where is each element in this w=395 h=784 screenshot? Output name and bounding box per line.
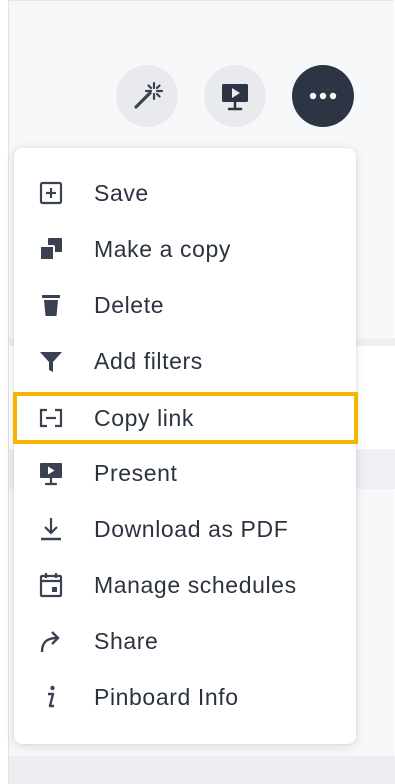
filter-icon — [38, 348, 64, 374]
menu-item-present[interactable]: Present — [14, 450, 356, 496]
menu-item-label: Present — [94, 459, 178, 486]
menu-item-make-a-copy[interactable]: Make a copy — [14, 226, 356, 272]
menu-item-label: Download as PDF — [94, 515, 289, 542]
present-button[interactable] — [204, 65, 266, 127]
menu-item-save[interactable]: Save — [14, 170, 356, 216]
menu-item-label: Copy link — [94, 404, 194, 431]
menu-item-pinboard-info[interactable]: Pinboard Info — [14, 674, 356, 720]
menu-item-label: Share — [94, 627, 159, 654]
menu-item-add-filters[interactable]: Add filters — [14, 338, 356, 384]
menu-item-label: Pinboard Info — [94, 683, 239, 710]
menu-item-label: Delete — [94, 291, 165, 318]
more-options-button[interactable] — [292, 65, 354, 127]
info-icon — [38, 684, 64, 710]
presentation-icon — [222, 84, 248, 111]
menu-item-share[interactable]: Share — [14, 618, 356, 664]
share-arrow-icon — [38, 628, 64, 654]
menu-item-label: Manage schedules — [94, 571, 297, 598]
copy-icon — [38, 236, 64, 262]
magic-wand-icon — [134, 81, 164, 109]
save-plus-box-icon — [38, 180, 64, 206]
link-icon — [38, 405, 64, 431]
menu-item-label: Save — [94, 179, 149, 206]
content-footer-band — [9, 756, 395, 784]
presentation-icon — [38, 460, 64, 486]
menu-item-copy-link[interactable]: Copy link — [13, 392, 358, 444]
menu-item-download-pdf[interactable]: Download as PDF — [14, 506, 356, 552]
menu-item-label: Make a copy — [94, 235, 231, 262]
more-options-icon — [309, 92, 337, 100]
download-icon — [38, 516, 64, 542]
more-options-menu: Save Make a copy Delete Add filters Copy… — [13, 148, 358, 744]
trash-icon — [38, 292, 64, 318]
menu-item-delete[interactable]: Delete — [14, 282, 356, 328]
calendar-icon — [38, 572, 64, 598]
menu-item-label: Add filters — [94, 347, 203, 374]
menu-item-manage-schedules[interactable]: Manage schedules — [14, 562, 356, 608]
magic-wand-button[interactable] — [116, 65, 178, 127]
